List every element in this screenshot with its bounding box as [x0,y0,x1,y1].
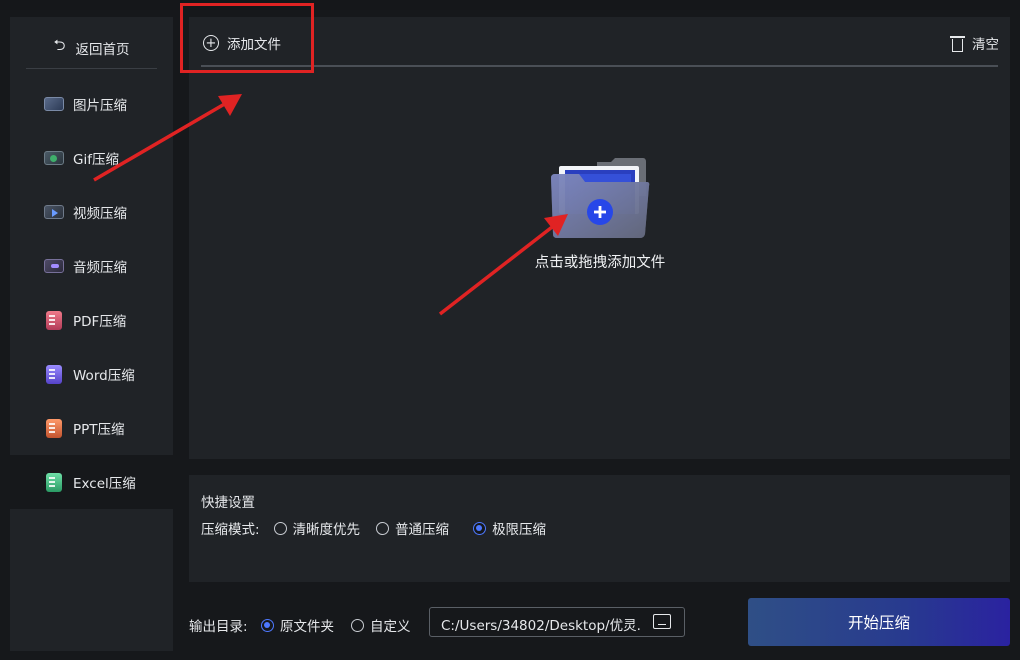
quick-settings-title: 快捷设置 [201,495,255,511]
add-file-button[interactable]: + 添加文件 [203,33,281,53]
video-icon [44,205,64,219]
back-home-label: 返回首页 [75,41,130,58]
sidebar-nav: 图片压缩 Gif压缩 视频压缩 音频压缩 PDF压缩 Word压缩 PPT压缩 [10,77,173,509]
sidebar-item-label: 音频压缩 [73,260,127,276]
sidebar-item-label: Gif压缩 [73,152,119,168]
add-folder-icon[interactable] [549,156,651,240]
pdf-icon [46,310,62,330]
sidebar-item-gif[interactable]: Gif压缩 [10,131,173,185]
back-home-button[interactable]: ⮌ 返回首页 [26,27,157,69]
radio-icon [351,618,364,632]
compression-mode-row: 压缩模式: 清晰度优先 普通压缩 极限压缩 [201,518,562,538]
mode-label: 极限压缩 [492,522,547,538]
compression-mode-label: 压缩模式: [201,522,260,538]
drop-hint[interactable]: 点击或拖拽添加文件 [480,251,720,272]
start-compress-button[interactable]: 开始压缩 [748,598,1010,646]
excel-icon [46,472,62,492]
mode-extreme[interactable]: 极限压缩 [473,518,546,538]
output-dir-label: 输出目录: [189,619,248,635]
sidebar-item-label: 图片压缩 [73,98,127,114]
sidebar-item-label: Excel压缩 [73,476,136,492]
image-icon [44,97,64,111]
clear-label: 清空 [972,37,999,53]
output-original-folder[interactable]: 原文件夹 [261,615,334,635]
sidebar-item-audio[interactable]: 音频压缩 [10,239,173,293]
output-option-label: 原文件夹 [280,619,334,635]
output-path-field[interactable]: C:/Users/34802/Desktop/优灵. [429,607,685,637]
audio-icon [44,259,64,273]
window-top-strip [0,0,1020,10]
mode-normal[interactable]: 普通压缩 [376,518,449,538]
output-custom[interactable]: 自定义 [351,615,411,635]
sidebar: ⮌ 返回首页 图片压缩 Gif压缩 视频压缩 音频压缩 PDF压缩 Word压缩 [10,17,173,651]
sidebar-item-label: Word压缩 [73,368,135,384]
sidebar-item-ppt[interactable]: PPT压缩 [10,401,173,455]
sidebar-item-image[interactable]: 图片压缩 [10,77,173,131]
radio-selected-icon [261,618,274,632]
mode-label: 清晰度优先 [292,522,361,538]
sidebar-item-video[interactable]: 视频压缩 [10,185,173,239]
output-path-text: C:/Users/34802/Desktop/优灵. [441,618,641,634]
sidebar-item-label: 视频压缩 [73,206,127,222]
clear-button[interactable]: 清空 [950,33,999,53]
radio-icon [273,521,287,535]
folder-browse-icon[interactable] [653,614,671,629]
file-toolbar: + 添加文件 清空 [201,17,999,67]
gif-icon [44,151,64,165]
add-file-label: 添加文件 [227,37,281,53]
undo-arrow-icon: ⮌ [53,36,66,54]
sidebar-item-pdf[interactable]: PDF压缩 [10,293,173,347]
sidebar-item-excel[interactable]: Excel压缩 [10,455,173,509]
plus-circle-icon: + [203,35,219,51]
quick-settings-panel: 快捷设置 压缩模式: 清晰度优先 普通压缩 极限压缩 [189,475,1010,582]
word-icon [46,364,62,384]
output-option-label: 自定义 [370,619,411,635]
ppt-icon [46,418,62,438]
sidebar-item-label: PPT压缩 [73,422,125,438]
sidebar-item-label: PDF压缩 [73,314,127,330]
trash-icon [950,35,965,52]
radio-icon [376,521,390,535]
radio-selected-icon [473,521,487,535]
sidebar-item-word[interactable]: Word压缩 [10,347,173,401]
mode-clarity-priority[interactable]: 清晰度优先 [273,518,361,538]
mode-label: 普通压缩 [395,522,450,538]
